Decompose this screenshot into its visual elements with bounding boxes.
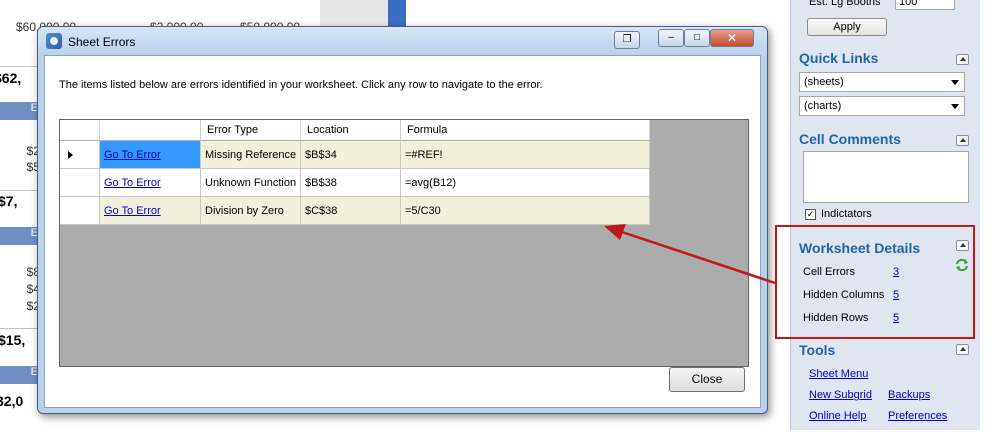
grid-header-formula[interactable]: Formula (401, 120, 650, 141)
chevron-down-icon (951, 80, 959, 85)
go-to-error-link[interactable]: Go To Error (104, 177, 161, 189)
quick-links-section: Quick Links (sheets) (charts) (799, 50, 975, 116)
errors-grid: Error Type Location Formula Go To Error … (59, 119, 749, 367)
cell-comments-title: Cell Comments (799, 131, 901, 147)
go-to-error-link[interactable]: Go To Error (104, 205, 161, 217)
charts-select-value: (charts) (804, 100, 842, 112)
sheets-select[interactable]: (sheets) (799, 72, 965, 92)
apply-button[interactable]: Apply (807, 18, 887, 36)
tools-link-sheet-menu[interactable]: Sheet Menu (809, 368, 868, 380)
tools-link-online-help[interactable]: Online Help (809, 410, 866, 422)
maximize-button[interactable]: □ (684, 29, 710, 47)
restore-window-button[interactable]: ❐ (614, 31, 640, 49)
bg-cell: $62, (0, 70, 22, 86)
go-to-error-link[interactable]: Go To Error (104, 149, 161, 161)
bg-band: E (0, 102, 40, 120)
indicators-checkbox[interactable]: ✓ (805, 209, 816, 220)
app-icon (46, 33, 62, 49)
bg-cell: $4 (26, 282, 40, 296)
quick-links-title: Quick Links (799, 50, 879, 66)
dialog-description: The items listed below are errors identi… (59, 79, 543, 91)
bg-cell: $2 (26, 299, 40, 313)
cell-error-type[interactable]: Missing Reference (201, 141, 301, 169)
collapse-quick-links-button[interactable] (956, 54, 969, 65)
est-booths-label: Est. Lg Booths (809, 0, 881, 8)
highlight-frame (775, 225, 975, 339)
close-button[interactable]: Close (669, 367, 745, 392)
cell-location[interactable]: $B$34 (301, 141, 401, 169)
divider (0, 328, 40, 329)
bg-cell: $8 (26, 265, 40, 279)
row-selector[interactable] (60, 169, 100, 197)
grid-header-link (100, 120, 201, 141)
bg-cell: $7, (0, 193, 18, 209)
bg-band: E (0, 227, 40, 245)
cell-formula[interactable]: =5/C30 (401, 197, 650, 225)
comments-textarea[interactable] (803, 151, 969, 203)
cell-formula[interactable]: =#REF! (401, 141, 650, 169)
minimize-button[interactable]: – (658, 29, 684, 47)
dialog-title: Sheet Errors (68, 35, 136, 49)
tools-title: Tools (799, 342, 836, 358)
row-selector-current[interactable] (60, 141, 100, 169)
collapse-tools-button[interactable] (956, 344, 969, 355)
table-row-goto-link[interactable]: Go To Error (100, 169, 201, 197)
sheet-errors-dialog: Sheet Errors ❐ – □ ✕ The items listed be… (37, 26, 768, 414)
bg-cell: $5 (26, 160, 40, 174)
window-close-button[interactable]: ✕ (710, 29, 754, 47)
dialog-client-area: The items listed below are errors identi… (44, 55, 761, 408)
cell-error-type[interactable]: Unknown Function (201, 169, 301, 197)
cell-location[interactable]: $B$38 (301, 169, 401, 197)
grid-header-error-type[interactable]: Error Type (201, 120, 301, 141)
cell-location[interactable]: $C$38 (301, 197, 401, 225)
cell-error-type[interactable]: Division by Zero (201, 197, 301, 225)
grid-header-location[interactable]: Location (301, 120, 401, 141)
bg-cell: 32,0 (0, 393, 24, 409)
side-panel: Est. Lg Booths 100 Apply Quick Links (sh… (790, 0, 980, 430)
cell-formula[interactable]: =avg(B12) (401, 169, 650, 197)
grid-corner-header (60, 120, 100, 141)
cell-comments-section: Cell Comments ✓ Indictators (799, 131, 975, 220)
divider (0, 190, 40, 191)
tools-section: Tools Sheet Menu New Subgrid Backups Onl… (799, 342, 975, 422)
bg-cell: $15, (0, 332, 26, 348)
bg-cell: $2 (26, 144, 40, 158)
tools-link-preferences[interactable]: Preferences (888, 410, 947, 422)
tools-link-backups[interactable]: Backups (888, 389, 930, 401)
chevron-down-icon (951, 104, 959, 109)
collapse-cell-comments-button[interactable] (956, 135, 969, 146)
bg-band: E (0, 366, 40, 384)
table-row-goto-link[interactable]: Go To Error (100, 141, 201, 169)
indicators-label: Indictators (821, 208, 872, 220)
table-row-goto-link[interactable]: Go To Error (100, 197, 201, 225)
row-selector[interactable] (60, 197, 100, 225)
charts-select[interactable]: (charts) (799, 96, 965, 116)
tools-link-new-subgrid[interactable]: New Subgrid (809, 389, 872, 401)
sheets-select-value: (sheets) (804, 76, 844, 88)
dialog-titlebar[interactable]: Sheet Errors ❐ – □ ✕ (38, 27, 767, 55)
est-booths-input[interactable]: 100 (895, 0, 955, 10)
divider (0, 66, 40, 67)
